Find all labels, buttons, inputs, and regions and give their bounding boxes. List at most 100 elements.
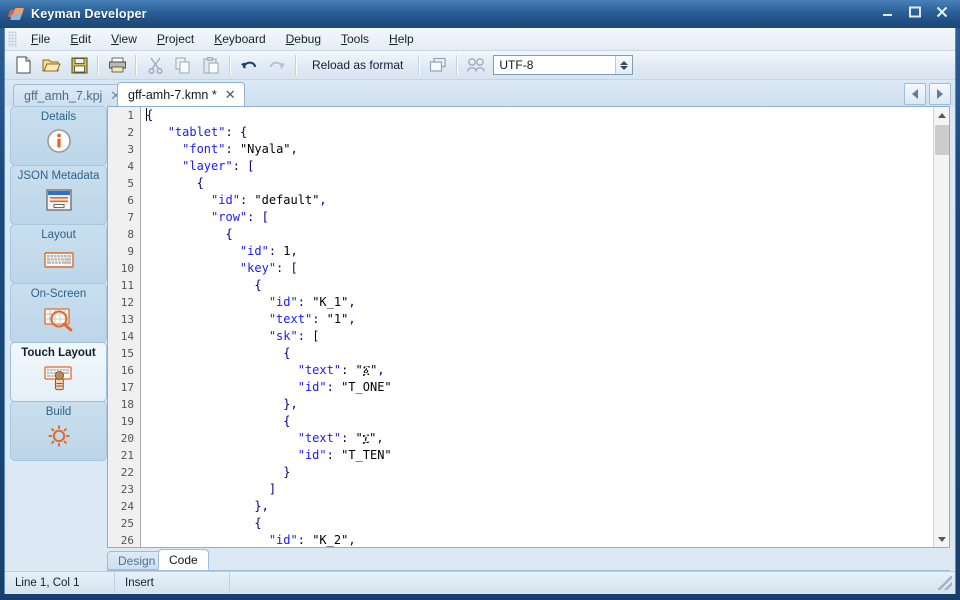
spinner-down-icon[interactable] — [620, 65, 629, 70]
code-line: "row": [ — [211, 210, 269, 224]
open-icon[interactable] — [38, 53, 64, 78]
reload-as-format-button[interactable]: Reload as format — [303, 54, 412, 77]
tab-design-label: Design — [118, 553, 156, 568]
encoding-value[interactable]: UTF-8 — [494, 58, 615, 72]
menu-item-debug[interactable]: Debug — [276, 29, 331, 50]
resize-grip-icon[interactable] — [938, 575, 952, 590]
maximize-button[interactable] — [902, 2, 927, 22]
tab-prev-button[interactable] — [904, 83, 926, 105]
keyman-developer-window: Keyman Developer File Edit View Project … — [0, 0, 960, 600]
spinner-up-icon[interactable] — [620, 60, 629, 65]
editor-vertical-scrollbar[interactable] — [933, 107, 949, 547]
scroll-up-button[interactable] — [934, 107, 949, 123]
info-circle-icon — [42, 126, 76, 156]
scrollbar-thumb[interactable] — [935, 125, 949, 155]
line-number-gutter: 1 2 3 4 5 6 7 8 9 10 11 12 13 14 15 16 17 18 19 20 21 22 23 24 2… — [108, 107, 141, 547]
code-text-area[interactable]: { "tablet": { "font": "Nyala", "layer": … — [142, 107, 932, 547]
editor-body: Details JSON Metadata Layout On-Screen T… — [5, 106, 955, 594]
line-number: 16 — [120, 364, 134, 377]
line-number: 21 — [120, 449, 134, 462]
sidebar-item-touch-layout[interactable]: Touch Layout — [10, 342, 107, 402]
code-line: "text": "፩", — [297, 363, 385, 377]
code-line: "key": [ — [239, 261, 298, 275]
keyboard-icon — [42, 244, 76, 274]
document-tab-keyboard[interactable]: gff-amh-7.kmn * ✕ — [117, 82, 245, 106]
menu-item-edit[interactable]: Edit — [60, 29, 101, 50]
line-number: 25 — [120, 517, 134, 530]
line-number: 5 — [127, 177, 134, 190]
code-line: "sk": [ — [268, 329, 320, 343]
line-number: 9 — [127, 245, 134, 258]
osk-magnifier-icon — [42, 303, 76, 333]
close-button[interactable] — [929, 2, 954, 22]
toolbar-separator — [135, 55, 137, 75]
minimize-button[interactable] — [875, 2, 900, 22]
code-line: "id": "K_1", — [268, 295, 356, 309]
sidebar-item-on-screen[interactable]: On-Screen — [10, 283, 107, 343]
menu-item-keyboard[interactable]: Keyboard — [204, 29, 275, 50]
menu-item-tools[interactable]: Tools — [331, 29, 379, 50]
encoding-spinner[interactable] — [615, 56, 633, 74]
title-bar: Keyman Developer — [0, 0, 960, 28]
line-number: 4 — [127, 160, 134, 173]
line-number: 1 — [127, 109, 134, 122]
code-line: { — [254, 278, 262, 292]
line-number: 3 — [127, 143, 134, 156]
tab-next-button[interactable] — [929, 83, 951, 105]
window-stack-icon[interactable] — [425, 53, 451, 78]
code-line: { — [225, 227, 233, 241]
code-line: { — [196, 176, 204, 190]
menu-item-project[interactable]: Project — [147, 29, 204, 50]
tab-scroll-buttons — [904, 83, 951, 105]
print-icon[interactable] — [104, 53, 130, 78]
menu-item-view[interactable]: View — [101, 29, 147, 50]
document-tab-project[interactable]: gff_amh_7.kpj ✕ — [13, 84, 131, 106]
new-icon[interactable] — [10, 53, 36, 78]
code-line: "layer": [ — [182, 159, 255, 173]
copy-icon[interactable] — [170, 53, 196, 78]
code-line: ] — [268, 482, 277, 496]
chevron-up-icon — [938, 112, 946, 118]
code-line: "tablet": { — [167, 125, 248, 139]
view-mode-tabs: Design Code — [107, 549, 950, 571]
scroll-down-button[interactable] — [934, 531, 949, 547]
menu-item-file[interactable]: File — [21, 29, 60, 50]
line-number: 22 — [120, 466, 134, 479]
code-line: { — [254, 516, 262, 530]
encoding-combo[interactable]: UTF-8 — [493, 55, 634, 75]
line-number: 17 — [120, 381, 134, 394]
status-bar: Line 1, Col 1 Insert — [5, 571, 955, 593]
paste-icon[interactable] — [198, 53, 224, 78]
tab-label: gff_amh_7.kpj — [24, 88, 103, 103]
line-number: 15 — [120, 347, 134, 360]
code-line: { — [146, 108, 154, 122]
cut-icon[interactable] — [142, 53, 168, 78]
sidebar-item-label: Touch Layout — [21, 347, 96, 359]
keyboard-editor-sidebar: Details JSON Metadata Layout On-Screen T… — [10, 106, 107, 576]
menu-grip-icon[interactable] — [8, 31, 17, 47]
line-number: 13 — [120, 313, 134, 326]
sidebar-item-details[interactable]: Details — [10, 106, 107, 166]
line-number: 12 — [120, 296, 134, 309]
sidebar-item-label: On-Screen — [30, 288, 87, 300]
undo-icon[interactable] — [236, 53, 262, 78]
tab-code[interactable]: Code — [158, 549, 209, 570]
sidebar-item-json-metadata[interactable]: JSON Metadata — [10, 165, 107, 225]
redo-icon[interactable] — [264, 53, 290, 78]
code-line: "id": "K_2", — [268, 533, 356, 547]
tab-close-icon[interactable]: ✕ — [223, 88, 238, 101]
line-number: 24 — [120, 500, 134, 513]
code-line: "id": "default", — [211, 193, 327, 207]
status-insert-mode[interactable]: Insert — [115, 572, 230, 593]
code-line: }, — [283, 397, 298, 411]
tab-code-label: Code — [169, 552, 198, 567]
sidebar-item-layout[interactable]: Layout — [10, 224, 107, 284]
save-icon[interactable] — [66, 53, 92, 78]
code-editor[interactable]: 1 2 3 4 5 6 7 8 9 10 11 12 13 14 15 16 17 18 19 20 21 22 23 24 2… — [107, 106, 950, 548]
users-icon[interactable] — [463, 53, 489, 78]
menu-item-help[interactable]: Help — [379, 29, 424, 50]
document-tab-bar: gff_amh_7.kpj ✕ gff-amh-7.kmn * ✕ — [5, 80, 955, 106]
sidebar-item-build[interactable]: Build — [10, 401, 107, 461]
line-number: 26 — [120, 534, 134, 547]
toolbar-separator — [97, 55, 99, 75]
